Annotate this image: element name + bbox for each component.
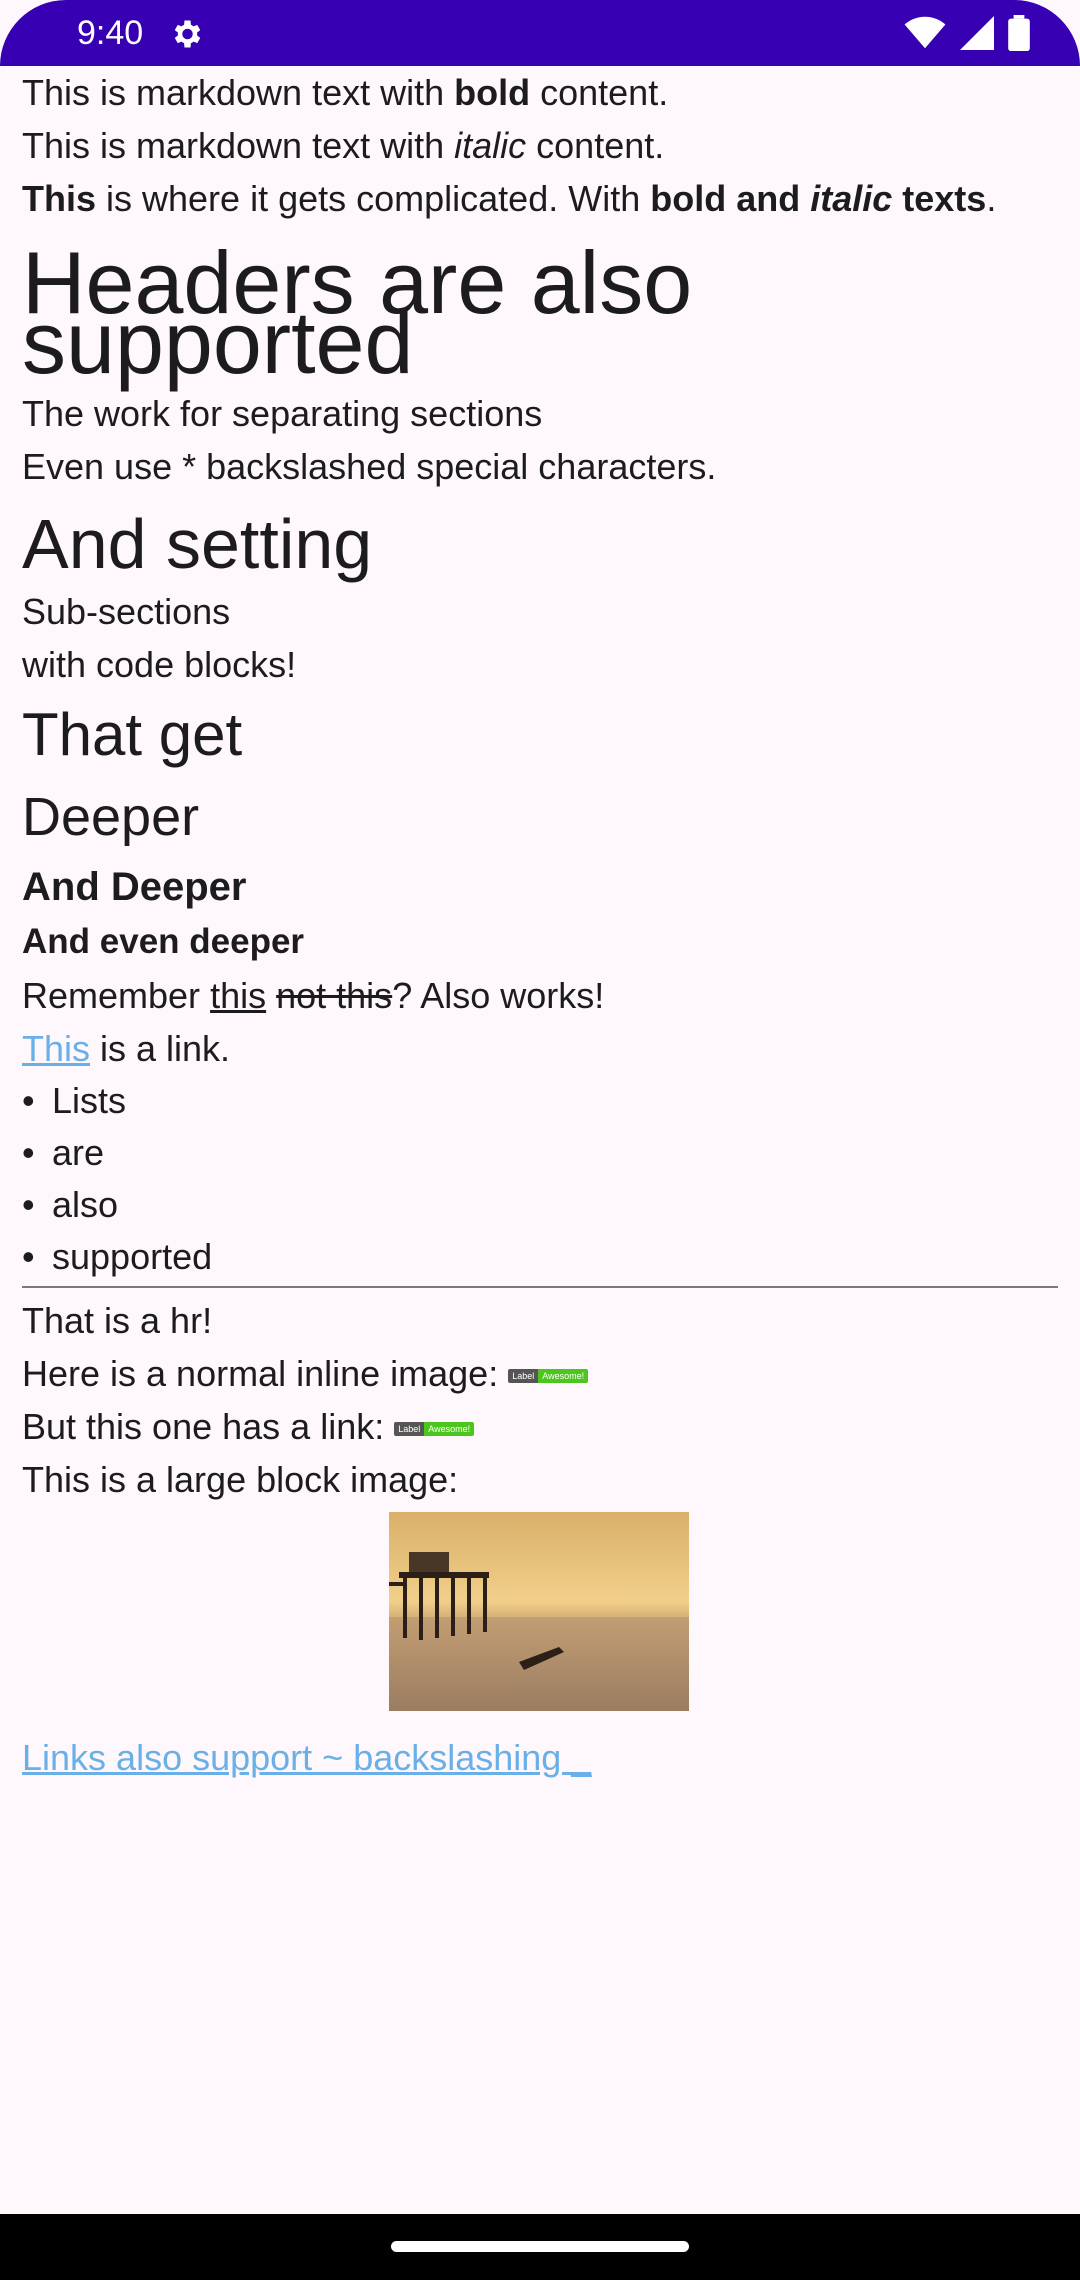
paragraph-sections: The work for separating sections bbox=[22, 393, 543, 434]
home-gesture-handle[interactable] bbox=[391, 2241, 689, 2252]
paragraph-final-link: Links also support ~ backslashing _ bbox=[22, 1731, 1058, 1784]
paragraph-backslash: Even use * backslashed special character… bbox=[22, 446, 717, 487]
linked-badge-image[interactable]: Label Awesome! bbox=[394, 1422, 475, 1437]
horizontal-rule bbox=[22, 1286, 1058, 1288]
bullet-list: • Lists • are • also • supported bbox=[22, 1075, 1058, 1283]
paragraph-inline-image: Here is a normal inline image: Label Aweso… bbox=[22, 1347, 1058, 1400]
paragraph-block-image: This is a large block image: bbox=[22, 1459, 459, 1500]
settings-gear-icon bbox=[174, 20, 201, 48]
list-item: • Lists bbox=[22, 1080, 127, 1121]
heading-4: Deeper bbox=[22, 787, 200, 847]
heading-3: That get bbox=[22, 701, 243, 768]
paragraph-code-blocks: with code blocks! bbox=[22, 644, 297, 685]
heading-2: And setting bbox=[22, 505, 373, 583]
list-item: • also bbox=[22, 1184, 119, 1225]
markdown-content: This is markdown text with bold content.… bbox=[22, 66, 1058, 1784]
status-time: 9:40 bbox=[77, 14, 144, 52]
this-link[interactable]: This bbox=[22, 1028, 90, 1069]
paragraph-linked-image: But this one has a link: Label Awesome! bbox=[22, 1400, 1058, 1453]
paragraph-complicated: This is where it gets complicated. With … bbox=[22, 178, 997, 219]
heading-5: And Deeper bbox=[22, 865, 247, 909]
heading-6: And even deeper bbox=[22, 922, 305, 961]
paragraph-bold: This is markdown text with bold content. bbox=[22, 72, 669, 113]
paragraph-remember: Remember this not this? Also works! bbox=[22, 975, 605, 1016]
paragraph-italic: This is markdown text with italic conten… bbox=[22, 125, 665, 166]
system-icons bbox=[904, 14, 1030, 52]
backslashing-link[interactable]: Links also support ~ backslashing _ bbox=[22, 1737, 591, 1778]
list-item: • are bbox=[22, 1132, 105, 1173]
list-item: • supported bbox=[22, 1236, 213, 1277]
pier-sunset-image bbox=[389, 1512, 689, 1711]
heading-1: Headers are also supported bbox=[22, 233, 693, 392]
battery-icon bbox=[1008, 15, 1030, 51]
inline-badge-image: Label Awesome! bbox=[508, 1369, 589, 1384]
app-screen: 9:40 This is markdown text with bold con… bbox=[0, 0, 1080, 2280]
paragraph-hr: That is a hr! bbox=[22, 1300, 213, 1341]
paragraph-subsections: Sub-sections bbox=[22, 591, 231, 632]
paragraph-link: This is a link. bbox=[22, 1028, 231, 1069]
signal-icon bbox=[960, 16, 994, 50]
wifi-icon bbox=[904, 16, 946, 49]
